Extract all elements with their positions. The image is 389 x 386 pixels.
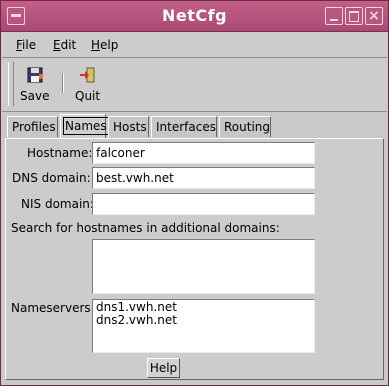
- menu-help[interactable]: Help: [91, 38, 118, 52]
- menu-edit[interactable]: Edit: [53, 38, 76, 52]
- hostname-field[interactable]: [92, 142, 315, 164]
- search-domains-textarea[interactable]: [92, 239, 315, 294]
- menu-bar: File Edit Help: [2, 32, 387, 58]
- quit-label: Quit: [75, 89, 101, 103]
- dns-domain-label: DNS domain:: [12, 171, 91, 185]
- quit-button[interactable]: Quit: [75, 66, 100, 103]
- nameservers-textarea[interactable]: dns1.vwh.net dns2.vwh.net: [92, 299, 315, 353]
- nis-domain-field[interactable]: [92, 193, 315, 215]
- menu-file[interactable]: File: [16, 38, 36, 52]
- toolbar: Save Quit: [2, 58, 387, 112]
- dns-domain-field[interactable]: [92, 167, 315, 189]
- tab-routing[interactable]: Routing: [219, 116, 271, 137]
- floppy-disk-icon: [27, 67, 43, 83]
- tab-names[interactable]: Names: [60, 114, 109, 138]
- nameserver-line: dns2.vwh.net: [96, 313, 177, 327]
- title-bar[interactable]: NetCfg ×: [1, 1, 388, 32]
- search-domains-label: Search for hostnames in additional domai…: [11, 221, 280, 235]
- hostname-label: Hostname:: [27, 146, 93, 160]
- save-button[interactable]: Save: [20, 66, 49, 103]
- names-panel: Hostname: DNS domain: NIS domain: Search…: [5, 138, 384, 380]
- tab-interfaces[interactable]: Interfaces: [151, 116, 217, 137]
- toolbar-separator: [62, 73, 64, 93]
- netcfg-window: NetCfg × File Edit Help Save Quit Profil…: [0, 0, 389, 386]
- minimize-icon[interactable]: [325, 7, 343, 25]
- tab-hosts[interactable]: Hosts: [108, 116, 149, 137]
- nameservers-label: Nameservers:: [11, 301, 95, 315]
- close-icon[interactable]: ×: [365, 7, 383, 25]
- nis-domain-label: NIS domain:: [21, 197, 94, 211]
- exit-door-icon: [79, 67, 95, 83]
- help-button[interactable]: Help: [147, 358, 180, 378]
- save-label: Save: [20, 89, 50, 103]
- maximize-icon[interactable]: [345, 7, 363, 25]
- tab-profiles[interactable]: Profiles: [7, 116, 58, 137]
- toolbar-grip[interactable]: [8, 62, 14, 106]
